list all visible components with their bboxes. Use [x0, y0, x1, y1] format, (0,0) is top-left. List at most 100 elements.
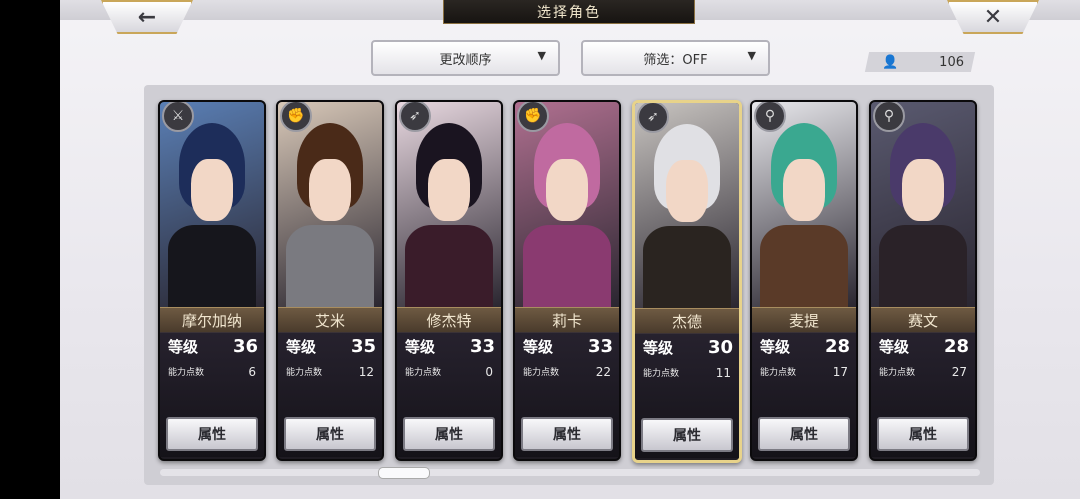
- character-card[interactable]: ✊ 艾米等级 35 能力点数 12 属性: [276, 100, 384, 461]
- close-icon: ✕: [983, 4, 1003, 30]
- character-stats: 等级 33 能力点数 0 属性: [397, 332, 501, 457]
- character-name: 赛文: [871, 307, 975, 333]
- close-button[interactable]: ✕: [947, 0, 1039, 34]
- character-portrait: [278, 102, 382, 307]
- character-card[interactable]: ⚲ 麦提等级 28 能力点数 17 属性: [750, 100, 858, 461]
- portrait-face: [666, 160, 708, 222]
- character-stats: 等级 28 能力点数 17 属性: [752, 332, 856, 457]
- attributes-button[interactable]: 属性: [403, 417, 495, 451]
- character-name: 摩尔加纳: [160, 307, 264, 333]
- weapon-type-icon: ✊: [280, 102, 312, 132]
- attributes-button[interactable]: 属性: [166, 417, 258, 451]
- portrait-body: [523, 225, 611, 307]
- points-row: 能力点数 22: [523, 365, 611, 379]
- level-row: 等级 33: [523, 336, 613, 357]
- weapon-type-icon: ⚔: [162, 102, 194, 132]
- portrait-face: [902, 159, 944, 221]
- level-value: 28: [824, 336, 850, 357]
- level-label: 等级: [286, 338, 317, 356]
- user-count: 106: [939, 54, 964, 70]
- weapon-type-icon: ⚲: [873, 102, 905, 132]
- level-row: 等级 36: [168, 336, 258, 357]
- points-value: 6: [248, 365, 256, 379]
- portrait-face: [428, 159, 470, 221]
- character-name: 艾米: [278, 307, 382, 333]
- points-value: 12: [358, 365, 374, 379]
- points-row: 能力点数 27: [879, 365, 967, 379]
- attributes-button[interactable]: 属性: [284, 417, 376, 451]
- filter-label: 筛选：OFF: [643, 52, 708, 68]
- game-screen: ← 选择角色 ✕ 更改顺序 ▼ 筛选：OFF ▼ 👤 106 ⚔ 摩尔加纳 等级 36…: [60, 0, 1080, 499]
- weapon-type-icon: ✊: [517, 102, 549, 132]
- level-value: 30: [707, 337, 733, 358]
- portrait-body: [879, 225, 967, 307]
- user-count-badge: 👤 106: [868, 52, 974, 72]
- character-stats: 等级 33 能力点数 22 属性: [515, 332, 619, 457]
- character-name: 修杰特: [397, 307, 501, 333]
- level-label: 等级: [523, 338, 554, 356]
- character-name: 麦提: [752, 307, 856, 333]
- character-portrait: [515, 102, 619, 307]
- character-card[interactable]: ⚔ 摩尔加纳 等级 36 能力点数 6 属性: [158, 100, 266, 461]
- character-portrait: [871, 102, 975, 307]
- points-value: 11: [715, 366, 731, 380]
- sort-dropdown[interactable]: 更改顺序 ▼: [371, 40, 560, 76]
- points-label: 能力点数: [879, 368, 916, 378]
- character-portrait: [635, 103, 739, 308]
- portrait-body: [760, 225, 848, 307]
- level-value: 36: [232, 336, 258, 357]
- back-button[interactable]: ←: [101, 0, 193, 34]
- arrow-left-icon: ←: [137, 4, 157, 30]
- level-row: 等级 33: [405, 336, 495, 357]
- scrollbar-track[interactable]: [160, 469, 980, 476]
- points-row: 能力点数 11: [643, 366, 731, 380]
- attributes-button[interactable]: 属性: [521, 417, 613, 451]
- weapon-type-icon: ⚲: [754, 102, 786, 132]
- character-card[interactable]: ⚲ 赛文等级 28 能力点数 27 属性: [869, 100, 977, 461]
- character-card[interactable]: ➶ 杰德 等级 30 能力点数 11 属性: [632, 100, 742, 463]
- sort-label: 更改顺序: [439, 52, 492, 68]
- points-value: 0: [485, 365, 493, 379]
- portrait-face: [546, 159, 588, 221]
- level-value: 33: [469, 336, 495, 357]
- character-portrait: [752, 102, 856, 307]
- portrait-body: [168, 225, 256, 307]
- portrait-face: [191, 159, 233, 221]
- attributes-button[interactable]: 属性: [877, 417, 969, 451]
- character-portrait: [160, 102, 264, 307]
- attributes-button[interactable]: 属性: [641, 418, 733, 452]
- points-row: 能力点数 0: [405, 365, 493, 379]
- level-row: 等级 35: [286, 336, 376, 357]
- portrait-face: [783, 159, 825, 221]
- character-name: 莉卡: [515, 307, 619, 333]
- scrollbar-thumb[interactable]: [378, 467, 430, 479]
- points-row: 能力点数 17: [760, 365, 848, 379]
- character-stats: 等级 28 能力点数 27 属性: [871, 332, 975, 457]
- weapon-type-icon: ➶: [637, 103, 669, 133]
- filter-dropdown[interactable]: 筛选：OFF ▼: [581, 40, 770, 76]
- character-portrait: [397, 102, 501, 307]
- level-label: 等级: [643, 339, 674, 357]
- points-label: 能力点数: [405, 368, 442, 378]
- level-value: 28: [943, 336, 969, 357]
- level-value: 33: [587, 336, 613, 357]
- points-value: 22: [595, 365, 611, 379]
- level-row: 等级 30: [643, 337, 733, 358]
- level-label: 等级: [760, 338, 791, 356]
- character-card[interactable]: ➶ 修杰特 等级 33 能力点数 0 属性: [395, 100, 503, 461]
- points-label: 能力点数: [286, 368, 323, 378]
- points-value: 27: [951, 365, 967, 379]
- character-card[interactable]: ✊ 莉卡等级 33 能力点数 22 属性: [513, 100, 621, 461]
- level-value: 35: [350, 336, 376, 357]
- points-label: 能力点数: [643, 369, 680, 379]
- user-icon: 👤: [882, 54, 899, 70]
- character-stats: 等级 36 能力点数 6 属性: [160, 332, 264, 457]
- chevron-down-icon: ▼: [537, 49, 546, 62]
- level-label: 等级: [879, 338, 910, 356]
- points-value: 17: [832, 365, 848, 379]
- attributes-button[interactable]: 属性: [758, 417, 850, 451]
- level-label: 等级: [168, 338, 199, 356]
- level-label: 等级: [405, 338, 436, 356]
- portrait-body: [405, 225, 493, 307]
- character-stats: 等级 35 能力点数 12 属性: [278, 332, 382, 457]
